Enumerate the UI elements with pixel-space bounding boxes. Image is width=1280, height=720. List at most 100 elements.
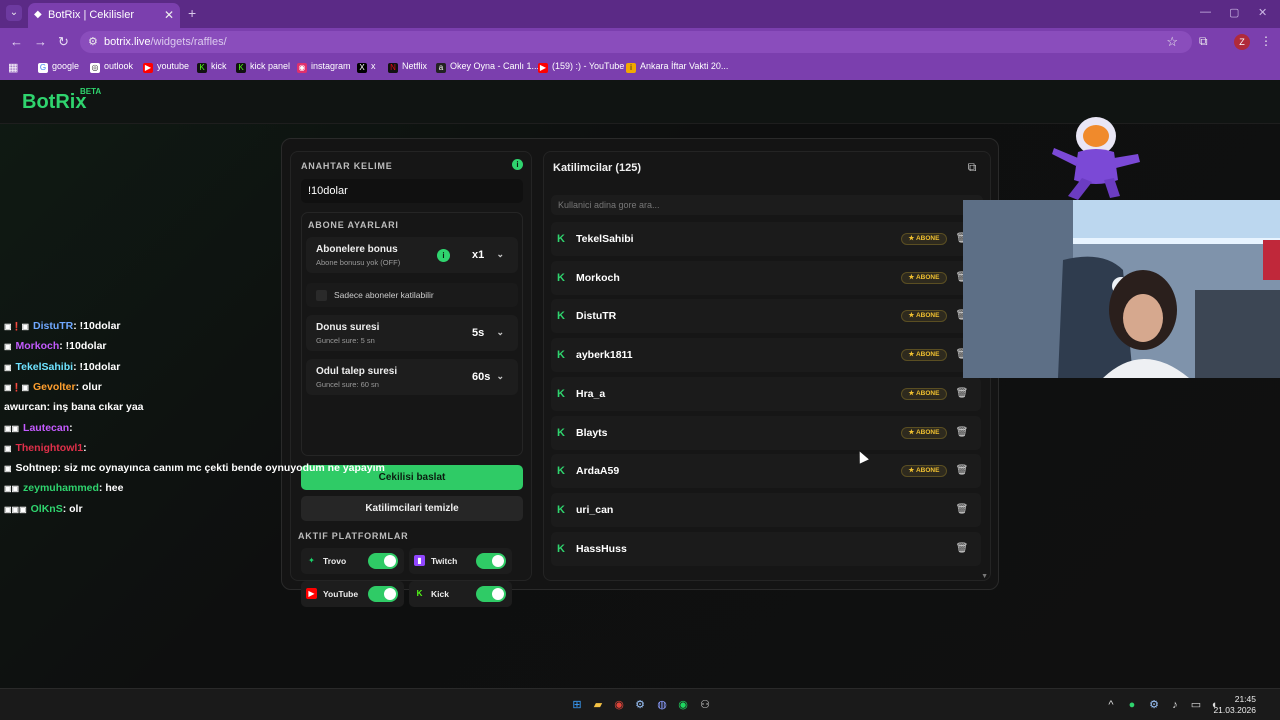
bookmark-okey[interactable]: a Okey Oyna - Canlı 1...	[436, 61, 539, 73]
kick-icon: K	[557, 271, 565, 284]
forward-icon[interactable]: →	[34, 34, 47, 49]
chat-username: TekelSahibi	[15, 360, 74, 373]
trash-icon[interactable]: 🗑	[955, 503, 969, 517]
bookmark-star-icon[interactable]: ☆	[1166, 34, 1178, 50]
participant-row[interactable]: Kuri_can 🗑	[551, 492, 981, 527]
new-tab-button[interactable]: +	[188, 5, 196, 21]
minimize-icon[interactable]: —	[1200, 6, 1211, 18]
trash-icon[interactable]: 🗑	[955, 426, 969, 440]
tab-search-button[interactable]: ⌄	[6, 5, 22, 21]
chat-username: OlKnS	[30, 502, 63, 515]
spotify-icon[interactable]: ◉	[676, 698, 690, 712]
kick-toggle[interactable]	[476, 586, 506, 602]
participant-row[interactable]: K DistuTR ★ ABONE 🗑	[551, 299, 981, 334]
badge-label: ABONE	[915, 389, 940, 397]
browser-tab-active[interactable]: ◆ BotRix | Cekilisler ✕	[28, 3, 180, 28]
microphone-icon[interactable]: ♪	[1168, 698, 1182, 712]
chevron-down-icon: ⌄	[496, 327, 504, 337]
kick-icon: K	[557, 349, 565, 362]
participant-name: ayberk1811	[576, 349, 633, 362]
reload-icon[interactable]: ↻	[58, 34, 69, 50]
trash-icon[interactable]: 🗑	[955, 387, 969, 401]
scroll-down-icon[interactable]: ▼	[981, 573, 988, 580]
botrix-logo[interactable]: BotRix BETA	[22, 87, 101, 114]
bookmark-netflix[interactable]: N Netflix	[388, 61, 427, 73]
profile-avatar[interactable]: Z	[1234, 34, 1250, 50]
tab-close-icon[interactable]: ✕	[164, 8, 174, 22]
participant-name: Hra_a	[576, 387, 606, 400]
chat-message: ▣▣ zeymuhammed: hee	[4, 482, 123, 494]
sub-bonus-select[interactable]: x1 ⌄	[466, 246, 508, 264]
extensions-icon[interactable]: ⧉	[1199, 34, 1208, 49]
bookmark-instagram[interactable]: ◉ instagram	[297, 61, 351, 73]
participant-row[interactable]: K HassHuss 🗑	[551, 531, 981, 566]
subscriber-badge: ★ ABONE	[901, 465, 947, 478]
participant-row[interactable]: K Blayts ★ ABONE 🗑	[551, 415, 981, 450]
chat-text: :	[83, 441, 87, 454]
participant-name: uri_can	[576, 503, 614, 516]
chat-text: : olur	[75, 380, 102, 393]
app-icon[interactable]: ⚇	[698, 698, 712, 712]
trash-icon[interactable]: 🗑	[955, 542, 969, 556]
astronaut-mascot-image	[1052, 117, 1140, 200]
youtube-icon: ▶	[538, 63, 548, 73]
steam-icon[interactable]: ⚙	[633, 698, 647, 712]
bookmark-youtube[interactable]: ▶ youtube	[143, 61, 189, 73]
chevron-down-icon: ⌄	[496, 371, 504, 381]
address-bar[interactable]: ⚙ botrix.live/widgets/raffles/ ☆	[80, 31, 1192, 53]
maximize-icon[interactable]: ▢	[1229, 6, 1239, 19]
browser-menu-icon[interactable]: ⋮	[1260, 34, 1272, 48]
file-explorer-icon[interactable]: ▰	[591, 698, 605, 712]
trovo-toggle[interactable]	[368, 553, 398, 569]
keyword-input[interactable]: !10dolar	[301, 179, 523, 203]
bookmark-label: youtube	[157, 61, 190, 71]
claim-time-select[interactable]: 60s ⌄	[466, 368, 508, 386]
chrome-icon[interactable]: ◉	[612, 698, 626, 712]
chat-text: : inş bana cıkar yaa	[46, 401, 144, 414]
close-window-icon[interactable]: ✕	[1258, 6, 1267, 19]
bookmark-kick[interactable]: Kkick	[197, 61, 227, 73]
clock-date: 21.03.2026	[1213, 705, 1256, 715]
trash-icon[interactable]: 🗑	[955, 464, 969, 478]
site-info-icon[interactable]: ⚙	[88, 35, 98, 48]
windows-start-icon[interactable]: ⊞	[570, 698, 584, 712]
bookmark-iftar[interactable]: i Ankara İftar Vakti 20...	[626, 61, 728, 73]
participant-search-input[interactable]: Kullanici adina gore ara...	[551, 195, 983, 215]
bookmark-kick-panel[interactable]: Kkick panel	[236, 61, 290, 73]
chat-username: awurcan	[4, 401, 47, 414]
chat-badge-icon: ▣	[4, 464, 12, 474]
sub-bonus-label: Abonelere bonus	[316, 244, 398, 255]
youtube-toggle[interactable]	[368, 586, 398, 602]
participant-row[interactable]: Kayberk1811 ★ ABONE 🗑	[551, 338, 981, 373]
info-icon[interactable]: i	[512, 159, 523, 170]
outlook-icon: ◎	[90, 63, 100, 73]
clear-participants-button[interactable]: Katilimcilari temizle	[301, 496, 523, 521]
kick-icon: K	[557, 233, 565, 245]
steam-tray-icon[interactable]: ⚙	[1147, 698, 1161, 712]
tray-app-icon[interactable]: ●	[1125, 698, 1139, 712]
chat-text: :	[69, 421, 73, 434]
network-icon[interactable]: ▭	[1189, 698, 1203, 712]
participant-row[interactable]: K ArdaA59 ★ ABONE 🗑	[551, 454, 981, 489]
back-icon[interactable]: ←	[10, 34, 23, 49]
system-clock[interactable]: 21:45 21.03.2026	[1213, 694, 1256, 716]
tray-chevron-icon[interactable]: ^	[1104, 698, 1118, 712]
participant-row[interactable]: K Morkoch ★ ABONE 🗑	[551, 260, 981, 295]
bonus-time-select[interactable]: 5s ⌄	[466, 324, 508, 342]
bookmark-outlook[interactable]: ◎ outlook	[90, 61, 133, 73]
apps-grid-icon[interactable]: ▦	[8, 61, 18, 74]
info-icon[interactable]: i	[437, 249, 450, 262]
discord-icon[interactable]: ◍	[655, 698, 669, 712]
subscriber-badge: ★ ABONE	[901, 349, 947, 362]
participant-row[interactable]: K TekelSahibi ★ ABONE 🗑	[551, 222, 981, 256]
copy-icon[interactable]: ⧉	[964, 160, 980, 176]
subs-only-checkbox[interactable]	[316, 290, 327, 301]
bookmark-x[interactable]: Xx	[357, 61, 376, 73]
twitch-toggle[interactable]	[476, 553, 506, 569]
participant-row[interactable]: K Hra_a ★ ABONE 🗑	[551, 376, 981, 411]
bookmark-google[interactable]: Ggoogle	[38, 61, 79, 73]
chat-text: : !10dolar	[59, 340, 107, 353]
chat-badge-icon: ▣	[4, 342, 12, 352]
subs-only-row[interactable]: Sadece aboneler katilabilir	[306, 283, 518, 307]
bookmark-youtube-2[interactable]: ▶ (159) :) - YouTube	[538, 61, 624, 73]
